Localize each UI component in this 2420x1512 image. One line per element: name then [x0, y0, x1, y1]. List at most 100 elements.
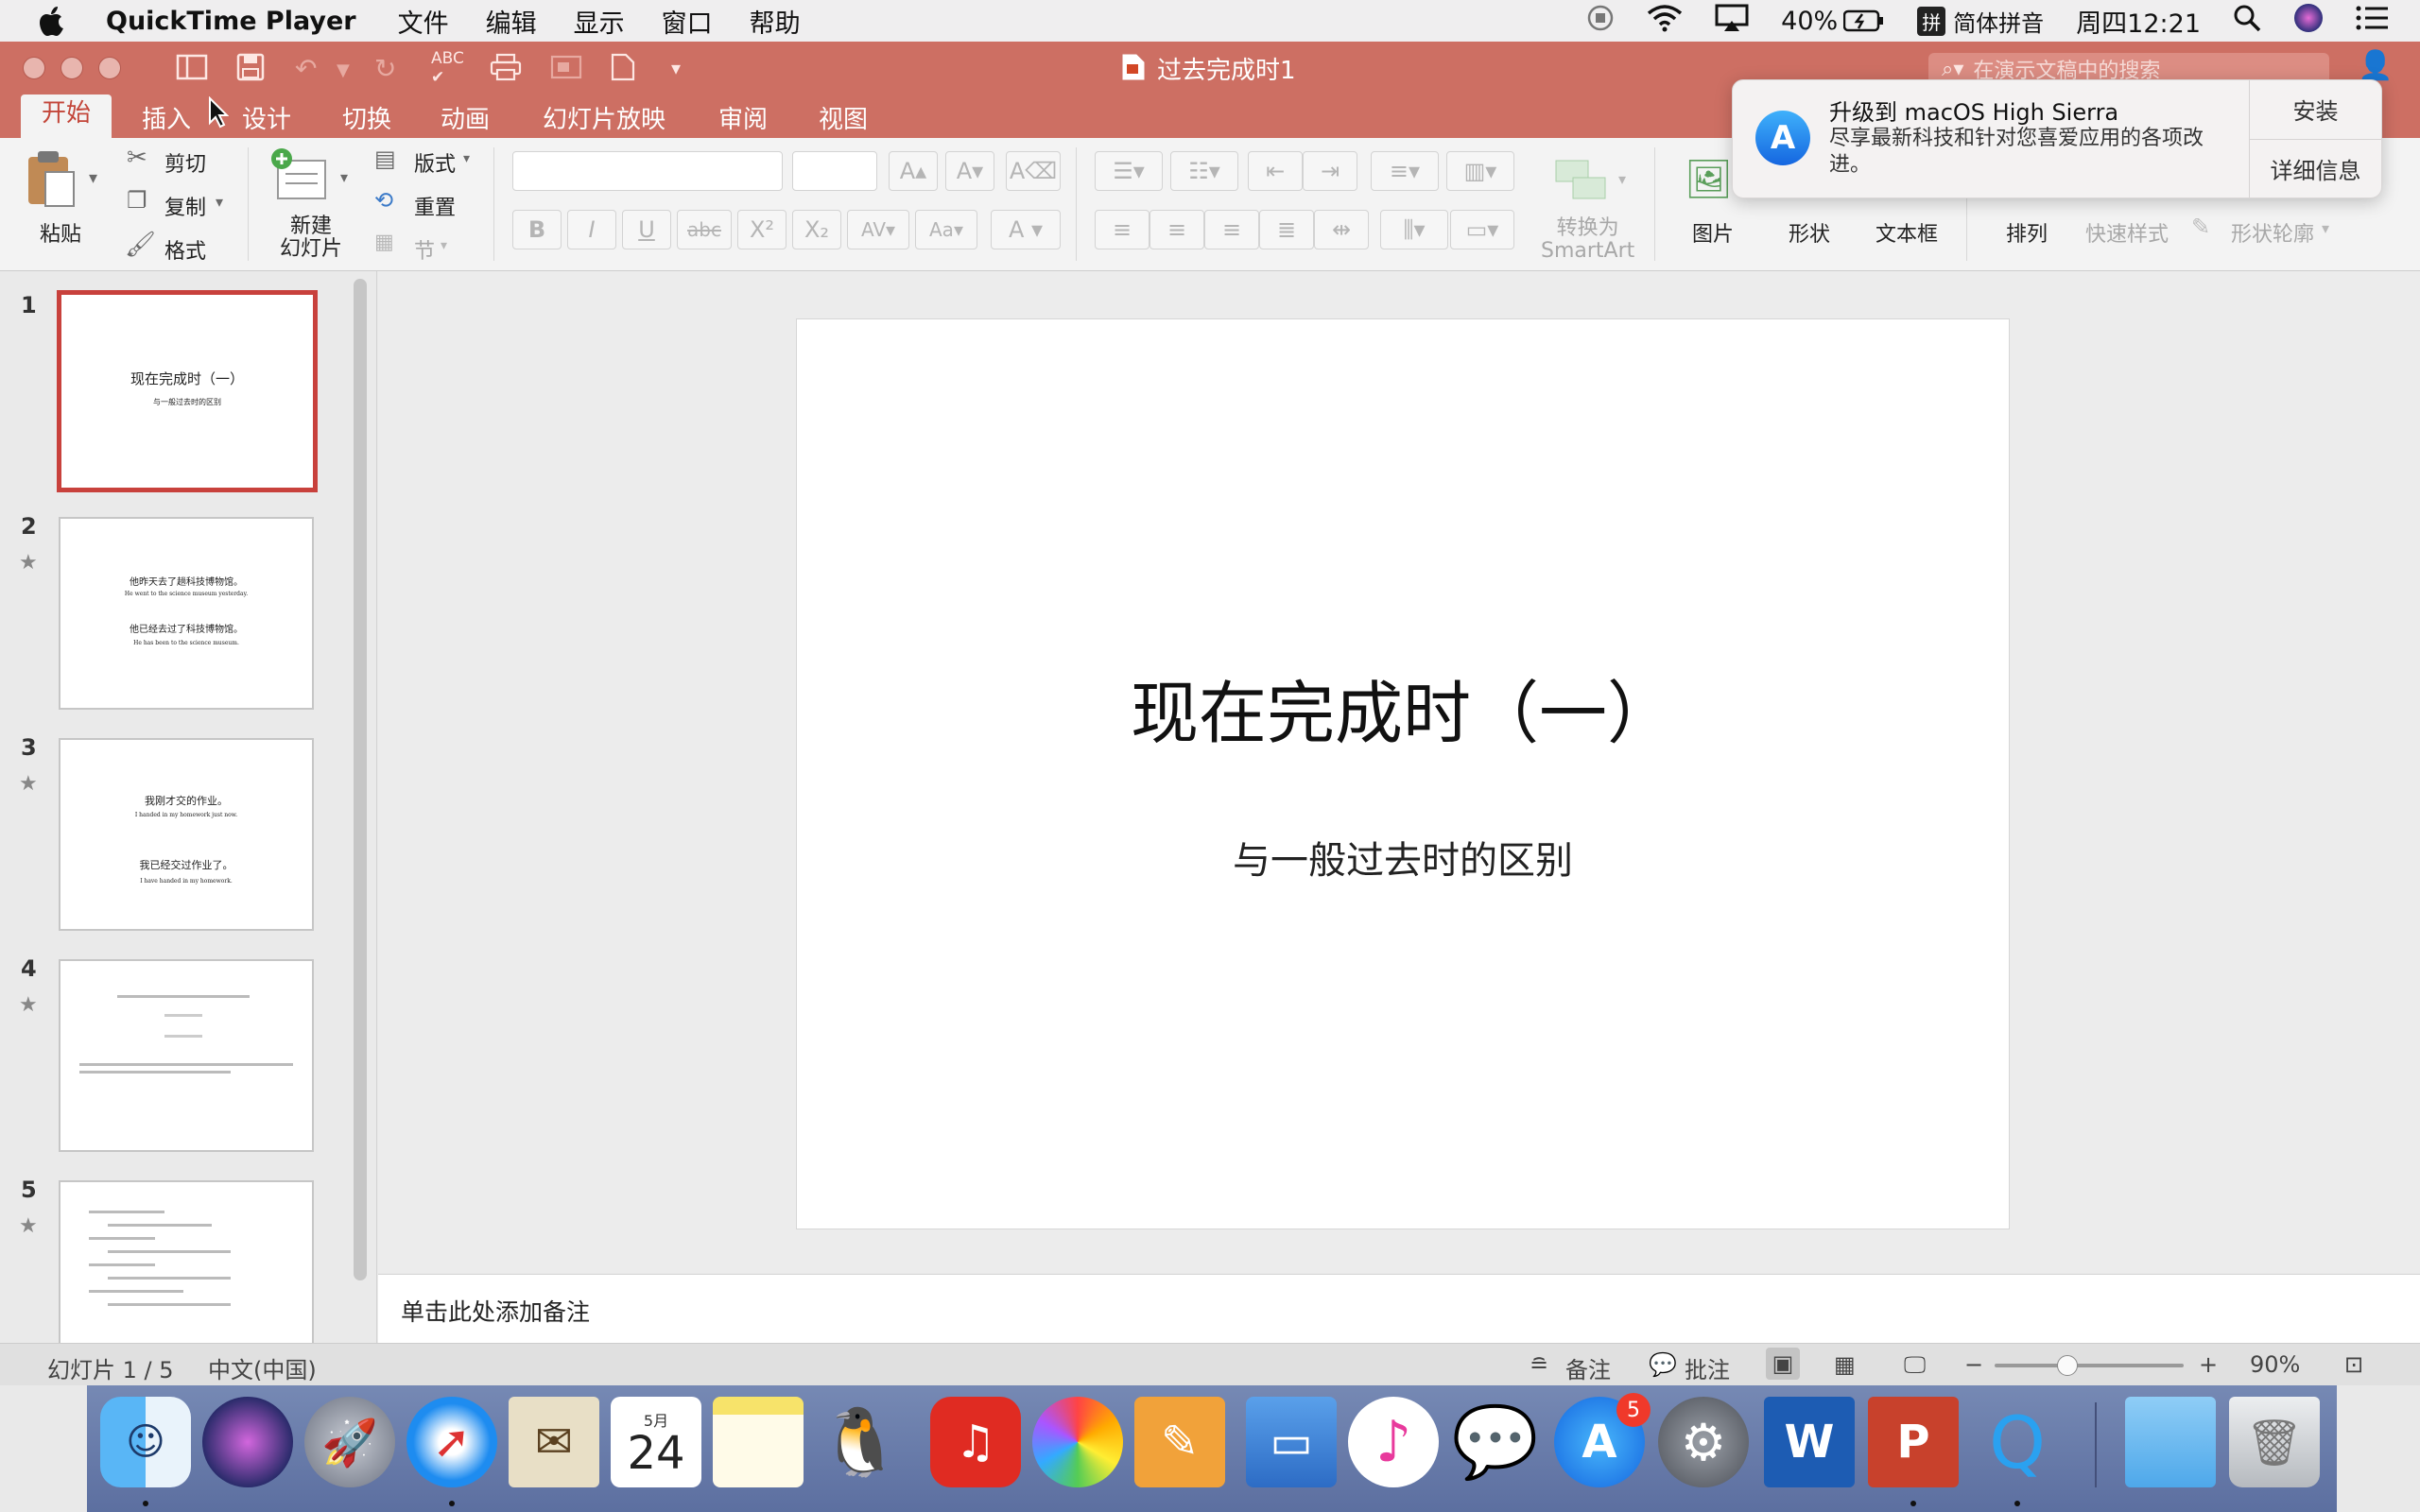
- scissors-icon[interactable]: ✂: [127, 144, 147, 172]
- section-icon[interactable]: ▦: [374, 231, 394, 254]
- input-method-menu[interactable]: 拼 简体拼音: [1917, 5, 2044, 38]
- tab-transitions[interactable]: 切换: [342, 100, 391, 135]
- menu-help[interactable]: 帮助: [750, 3, 801, 40]
- slide-thumbnail-3[interactable]: 我刚才交的作业。 I handed in my homework just no…: [59, 738, 314, 931]
- app-name-menu[interactable]: QuickTime Player: [106, 7, 356, 36]
- align-center-button[interactable]: ≡: [1150, 210, 1204, 249]
- qq-icon[interactable]: 🐧: [815, 1397, 906, 1487]
- copy-label[interactable]: 复制: [164, 191, 206, 221]
- line-spacing-button[interactable]: ≡▾: [1371, 151, 1439, 191]
- new-slide-label[interactable]: 新建 幻灯片: [280, 215, 342, 261]
- undo-dropdown-icon[interactable]: ▼: [337, 60, 350, 80]
- notes-icon[interactable]: [713, 1397, 804, 1487]
- slideshow-icon[interactable]: [550, 53, 582, 88]
- install-button[interactable]: 安装: [2250, 80, 2381, 138]
- paste-dropdown-icon[interactable]: ▾: [89, 168, 97, 188]
- print-icon[interactable]: [490, 53, 522, 88]
- netease-music-icon[interactable]: ♫: [930, 1397, 1021, 1487]
- text-direction-button[interactable]: ⫼▾: [1380, 210, 1448, 249]
- tab-insert[interactable]: 插入: [142, 100, 191, 135]
- powerpoint-icon[interactable]: P: [1868, 1397, 1959, 1487]
- airplay-icon[interactable]: [1715, 4, 1749, 39]
- align-right-button[interactable]: ≡: [1204, 210, 1259, 249]
- slide-thumbnail-4[interactable]: [59, 959, 314, 1152]
- zoom-window-button[interactable]: [98, 57, 121, 79]
- new-slide-icon[interactable]: [268, 147, 329, 208]
- slide-sorter-view-icon[interactable]: ▦: [1834, 1351, 1856, 1378]
- font-size-select[interactable]: [792, 151, 877, 191]
- slide-thumbnail-5[interactable]: [59, 1180, 314, 1343]
- close-window-button[interactable]: [23, 57, 45, 79]
- apple-menu-icon[interactable]: [0, 5, 106, 37]
- distributed-button[interactable]: ⇹: [1314, 210, 1369, 249]
- update-notification[interactable]: A 升级到 macOS High Sierra 尽享最新科技和针对您喜爱应用的各…: [1732, 79, 2382, 198]
- picture-icon[interactable]: 🖼: [1685, 157, 1733, 201]
- customize-toolbar-icon[interactable]: ▾: [671, 57, 681, 79]
- tab-slideshow[interactable]: 幻灯片放映: [543, 100, 666, 135]
- tab-review[interactable]: 审阅: [718, 100, 768, 135]
- slide-thumbnail-2[interactable]: 他昨天去了趟科技博物馆。 He went to the science muse…: [59, 517, 314, 710]
- increase-font-size-button[interactable]: A▴: [889, 151, 938, 191]
- spotlight-icon[interactable]: [2233, 4, 2261, 39]
- align-text-button[interactable]: ▭▾: [1450, 210, 1514, 249]
- word-icon[interactable]: W: [1764, 1397, 1855, 1487]
- menu-window[interactable]: 窗口: [662, 3, 713, 40]
- finder-icon[interactable]: ☺: [100, 1397, 191, 1487]
- layout-label[interactable]: 版式: [414, 147, 456, 178]
- layout-dropdown-icon[interactable]: ▾: [463, 151, 470, 166]
- font-color-button[interactable]: A ▾: [991, 210, 1061, 249]
- cut-label[interactable]: 剪切: [164, 147, 206, 178]
- smartart-label[interactable]: 转换为 SmartArt: [1541, 217, 1634, 263]
- numbering-button[interactable]: ☷▾: [1170, 151, 1238, 191]
- notes-toggle-icon[interactable]: ≘: [1530, 1351, 1548, 1378]
- section-dropdown-icon[interactable]: ▾: [441, 238, 447, 253]
- itunes-icon[interactable]: ♪: [1348, 1397, 1439, 1487]
- pages-icon[interactable]: ✎: [1134, 1397, 1225, 1487]
- align-left-button[interactable]: ≡: [1095, 210, 1150, 249]
- safari-icon[interactable]: ➚: [406, 1397, 497, 1487]
- paste-label[interactable]: 粘贴: [40, 217, 81, 248]
- new-document-icon[interactable]: [611, 53, 635, 88]
- redo-icon[interactable]: ↻: [374, 53, 396, 84]
- thumbnail-scrollbar[interactable]: [354, 279, 367, 1280]
- comments-icon[interactable]: 💬: [1649, 1351, 1677, 1378]
- zoom-level[interactable]: 90%: [2250, 1351, 2300, 1378]
- smartart-dropdown-icon[interactable]: ▾: [1618, 170, 1626, 188]
- language-indicator[interactable]: 中文(中国): [208, 1351, 317, 1384]
- subscript-button[interactable]: X₂: [792, 210, 841, 249]
- superscript-button[interactable]: X²: [737, 210, 786, 249]
- siri-menu-icon[interactable]: [2293, 3, 2324, 40]
- calendar-icon[interactable]: 5月 24: [611, 1397, 701, 1487]
- folder-icon[interactable]: [2125, 1397, 2216, 1487]
- arrange-label[interactable]: 排列: [2006, 217, 2048, 248]
- fit-to-window-icon[interactable]: ⊡: [2344, 1351, 2363, 1378]
- notification-center-icon[interactable]: [2356, 6, 2388, 37]
- character-spacing-button[interactable]: AV▾: [847, 210, 909, 249]
- details-button[interactable]: 详细信息: [2250, 140, 2381, 198]
- menu-view[interactable]: 显示: [574, 3, 625, 40]
- underline-button[interactable]: U: [622, 210, 671, 249]
- zoom-slider[interactable]: [1995, 1355, 2184, 1376]
- slide-subtitle[interactable]: 与一般过去时的区别: [797, 830, 2009, 885]
- font-name-select[interactable]: [512, 151, 783, 191]
- mail-icon[interactable]: ✉: [509, 1397, 599, 1487]
- zoom-slider-knob[interactable]: [2057, 1355, 2078, 1376]
- strikethrough-button[interactable]: abc: [677, 210, 732, 249]
- system-preferences-icon[interactable]: ⚙: [1658, 1397, 1749, 1487]
- zoom-in-icon[interactable]: +: [2199, 1351, 2218, 1378]
- tab-animations[interactable]: 动画: [441, 100, 490, 135]
- share-person-icon[interactable]: 👤: [2358, 49, 2393, 82]
- textbox-label[interactable]: 文本框: [1876, 217, 1938, 248]
- italic-button[interactable]: I: [567, 210, 616, 249]
- sidebar-toggle-icon[interactable]: [176, 53, 208, 88]
- bullets-button[interactable]: ☰▾: [1095, 151, 1163, 191]
- current-slide[interactable]: 现在完成时（一） 与一般过去时的区别: [796, 318, 2010, 1229]
- format-painter-label[interactable]: 格式: [164, 234, 206, 265]
- save-icon[interactable]: [236, 53, 265, 88]
- comments-label[interactable]: 批注: [1685, 1351, 1730, 1384]
- slide-title[interactable]: 现在完成时（一）: [797, 658, 2009, 757]
- copy-icon[interactable]: ❐: [127, 187, 147, 214]
- zoom-out-icon[interactable]: −: [1964, 1351, 1983, 1378]
- shape-label[interactable]: 形状: [1789, 217, 1830, 248]
- normal-view-icon[interactable]: ▣: [1766, 1348, 1800, 1380]
